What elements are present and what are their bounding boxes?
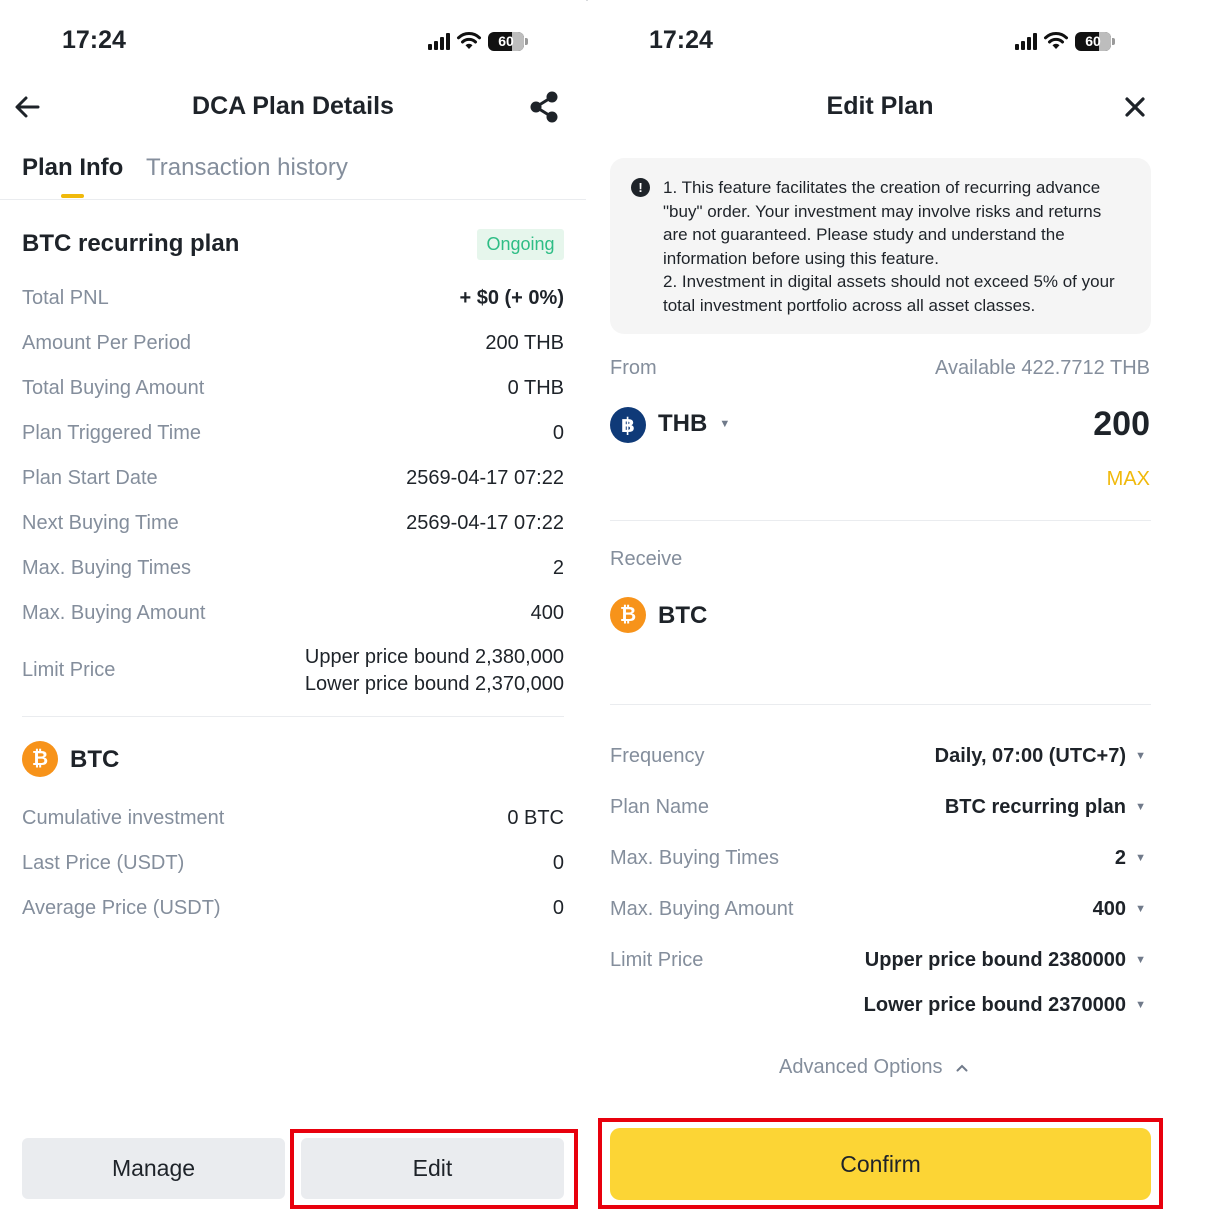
confirm-button[interactable]: Confirm [610,1128,1151,1200]
next-buying-time-label: Next Buying Time [22,512,179,534]
wifi-icon [457,32,481,49]
from-label: From [610,357,657,379]
max-buying-amount-value: 400 [530,602,564,624]
arrow-left-icon[interactable] [14,95,40,119]
notice-line-1: 1. This feature facilitates the creation… [663,178,1102,268]
status-badge: Ongoing [477,229,564,260]
amount-per-period-label: Amount Per Period [22,332,191,354]
max-buying-times-label: Max. Buying Times [22,557,191,579]
tabs-divider [0,199,586,200]
limit-price-label: Limit Price [610,949,704,971]
receive-divider [610,704,1151,705]
total-pnl-value: + $0 (+ 0%) [459,287,564,309]
plan-triggered-time-value: 0 [552,422,564,444]
share-icon[interactable] [529,91,559,123]
cumulative-investment-label: Cumulative investment [22,807,225,829]
plan-name: BTC recurring plan [22,230,240,257]
notice-text: 1. This feature facilitates the creation… [663,176,1125,318]
max-button[interactable]: MAX [1107,468,1150,491]
chevron-up-icon [956,1064,968,1071]
battery-icon: 60 [488,31,528,51]
frequency-dropdown-icon[interactable]: ▼ [1135,750,1146,762]
advanced-options-toggle[interactable]: Advanced Options [779,1056,968,1079]
frequency-value[interactable]: Daily, 07:00 (UTC+7) [935,745,1126,768]
manage-button[interactable]: Manage [22,1138,285,1199]
receive-label: Receive [610,548,683,570]
last-price-value: 0 [552,852,564,874]
btc-coin-icon: ₿ [610,597,646,633]
max-buying-amount-label: Max. Buying Amount [22,602,206,624]
page-title: Edit Plan [826,92,934,120]
status-time: 17:24 [62,26,126,54]
tab-transaction-history[interactable]: Transaction history [146,154,348,182]
plan-name-dropdown-icon[interactable]: ▼ [1135,801,1146,813]
chevron-down-icon: ▼ [719,418,731,430]
max-buying-amount-value[interactable]: 400 [1093,898,1126,921]
battery-icon: 60 [1075,31,1115,51]
plan-name-label: Plan Name [610,796,709,818]
section-divider [22,716,564,717]
average-price-value: 0 [552,897,564,919]
tab-plan-info[interactable]: Plan Info [22,154,123,182]
max-buying-times-value: 2 [552,557,564,579]
lower-price-bound-value[interactable]: Lower price bound 2370000 [864,994,1126,1017]
edit-plan-screen: 17:24 60 Edit Plan ! 1. This feature fac… [588,0,1216,1230]
plan-start-date-label: Plan Start Date [22,467,158,489]
from-currency: THB [658,410,708,437]
page-title: DCA Plan Details [192,92,394,120]
total-pnl-label: Total PNL [22,287,109,309]
amount-per-period-value: 200 THB [485,332,564,354]
edit-button[interactable]: Edit [301,1138,564,1199]
average-price-label: Average Price (USDT) [22,897,221,919]
signal-icon [1015,32,1037,50]
max-buying-amount-label: Max. Buying Amount [610,898,794,920]
upper-price-dropdown-icon[interactable]: ▼ [1135,954,1146,966]
total-buying-amount-label: Total Buying Amount [22,377,205,399]
limit-price-label: Limit Price [22,659,116,681]
wifi-icon [1044,32,1068,49]
max-buying-times-dropdown-icon[interactable]: ▼ [1135,852,1146,864]
from-divider [610,520,1151,521]
available-balance: Available 422.7712 THB [935,357,1150,379]
status-time: 17:24 [649,26,713,54]
max-buying-times-label: Max. Buying Times [610,847,779,869]
status-icons: 60 [1015,30,1115,52]
lower-price-bound: Lower price bound 2,370,000 [304,673,564,695]
status-icons: 60 [428,30,528,52]
warning-icon: ! [631,178,650,197]
btc-coin-icon: ₿ [22,741,58,777]
max-buying-amount-dropdown-icon[interactable]: ▼ [1135,903,1146,915]
next-buying-time-value: 2569-04-17 07:22 [406,512,564,534]
amount-input[interactable]: 200 [1093,405,1150,444]
upper-price-bound-value[interactable]: Upper price bound 2380000 [865,949,1126,972]
dca-plan-details-screen: 17:24 60 DCA Plan Details Plan Info Tran… [0,0,586,1230]
asset-name: BTC [70,746,120,773]
plan-name-value[interactable]: BTC recurring plan [945,796,1126,819]
total-buying-amount-value: 0 THB [507,377,564,399]
cumulative-investment-value: 0 BTC [507,807,564,829]
upper-price-bound: Upper price bound 2,380,000 [304,646,564,668]
thb-coin-icon: ฿ [610,407,646,443]
advanced-options-label: Advanced Options [779,1056,943,1078]
receive-currency: BTC [658,602,708,629]
tab-indicator [61,194,84,198]
frequency-label: Frequency [610,745,705,767]
last-price-label: Last Price (USDT) [22,852,185,874]
max-buying-times-value[interactable]: 2 [1115,847,1126,870]
plan-triggered-time-label: Plan Triggered Time [22,422,201,444]
close-icon[interactable] [1124,96,1146,118]
signal-icon [428,32,450,50]
from-currency-selector[interactable]: THB ▼ [658,410,730,438]
plan-start-date-value: 2569-04-17 07:22 [406,467,564,489]
lower-price-dropdown-icon[interactable]: ▼ [1135,999,1146,1011]
notice-line-2: 2. Investment in digital assets should n… [663,272,1115,315]
